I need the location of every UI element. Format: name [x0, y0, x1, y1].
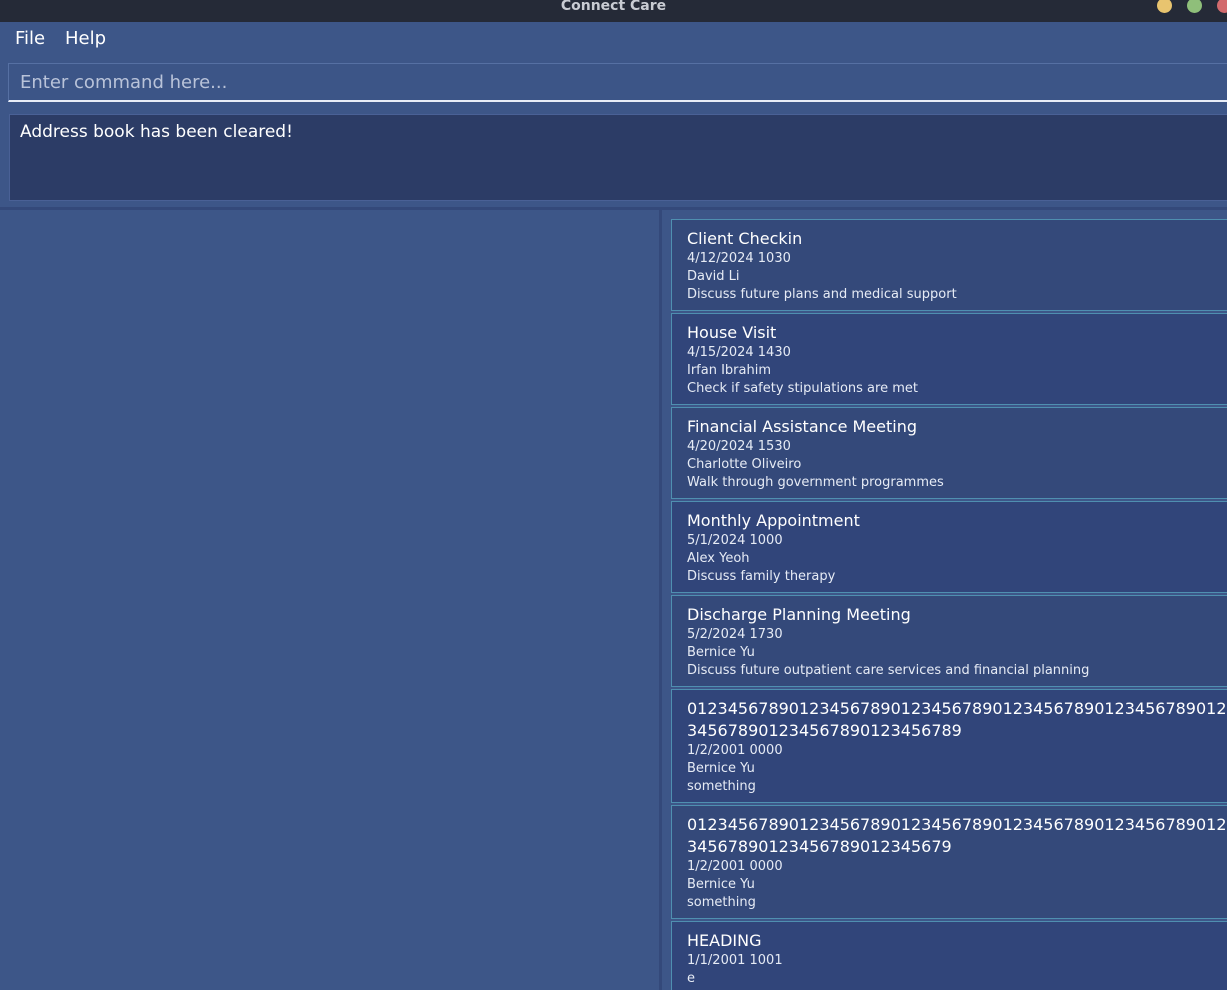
menu-file[interactable]: File [15, 28, 45, 49]
appointment-datetime: 4/20/2024 1530 [687, 439, 791, 454]
appointment-person: Bernice Yu [687, 877, 755, 892]
appointment-title: Monthly Appointment [687, 511, 860, 530]
appointment-card[interactable]: Financial Assistance Meeting 4/20/2024 15… [671, 407, 1227, 499]
command-input[interactable] [9, 64, 1227, 100]
appointment-card[interactable]: 0123456789012345678901234567890123456789… [671, 689, 1227, 803]
appointment-list: Client Checkin 4/12/2024 1030 David Li Disc… [671, 219, 1227, 990]
appointment-title: House Visit [687, 323, 777, 342]
appointment-person: Charlotte Oliveiro [687, 457, 802, 472]
appointment-card[interactable]: Discharge Planning Meeting 5/2/2024 1730 B… [671, 595, 1227, 687]
appointment-card[interactable]: Client Checkin 4/12/2024 1030 David Li Disc… [671, 219, 1227, 311]
appointment-list-pane: Client Checkin 4/12/2024 1030 David Li Disc… [662, 210, 1227, 990]
appointment-datetime: 1/2/2001 0000 [687, 859, 783, 874]
appointment-datetime: 4/12/2024 1030 [687, 251, 791, 266]
appointment-note: Discuss family therapy [687, 569, 836, 584]
appointment-title: Client Checkin [687, 229, 803, 248]
close-icon[interactable] [1217, 0, 1227, 13]
appointment-card[interactable]: 0123456789012345678901234567890123456789… [671, 805, 1227, 919]
appointment-note: Check if safety stipulations are met [687, 381, 918, 396]
command-box [8, 63, 1227, 102]
appointment-note: Walk through government programmes [687, 475, 944, 490]
appointment-card[interactable]: House Visit 4/15/2024 1430 Irfan Ibrahim Ch… [671, 313, 1227, 405]
appointment-note: Discuss future plans and medical support [687, 287, 957, 302]
appointment-person: Bernice Yu [687, 645, 755, 660]
appointment-title: Financial Assistance Meeting [687, 417, 917, 436]
appointment-datetime: 5/2/2024 1730 [687, 627, 783, 642]
minimize-icon[interactable] [1157, 0, 1172, 13]
appointment-datetime: 1/1/2001 1001 [687, 953, 783, 968]
appointment-note: something [687, 779, 756, 794]
window-title: Connect Care [560, 0, 667, 14]
appointment-note: something [687, 895, 756, 910]
appointment-datetime: 1/2/2001 0000 [687, 743, 783, 758]
appointment-person: Bernice Yu [687, 761, 755, 776]
appointment-note: Discuss future outpatient care services … [687, 663, 1090, 678]
appointment-person: Alex Yeoh [687, 551, 750, 566]
appointment-person: Irfan Ibrahim [687, 363, 772, 378]
appointment-card[interactable]: HEADING1/1/2001 1001eeoeoeo [671, 921, 1227, 990]
menu-help[interactable]: Help [65, 28, 106, 49]
appointment-title: 0123456789012345678901234567890123456789… [687, 699, 1227, 740]
menu-bar: File Help [0, 22, 1227, 58]
result-display: Address book has been cleared! [9, 114, 1227, 201]
maximize-icon[interactable] [1187, 0, 1202, 13]
window-titlebar: Connect Care [0, 0, 1227, 22]
appointment-person: e [687, 971, 695, 986]
appointment-title: Discharge Planning Meeting [687, 605, 911, 624]
person-list-pane [0, 210, 659, 990]
appointment-title: 0123456789012345678901234567890123456789… [687, 815, 1227, 856]
appointment-card[interactable]: Monthly Appointment 5/1/2024 1000 Alex Yeo… [671, 501, 1227, 593]
appointment-datetime: 4/15/2024 1430 [687, 345, 791, 360]
appointment-title: HEADING [687, 931, 762, 950]
appointment-datetime: 5/1/2024 1000 [687, 533, 783, 548]
appointment-person: David Li [687, 269, 740, 284]
